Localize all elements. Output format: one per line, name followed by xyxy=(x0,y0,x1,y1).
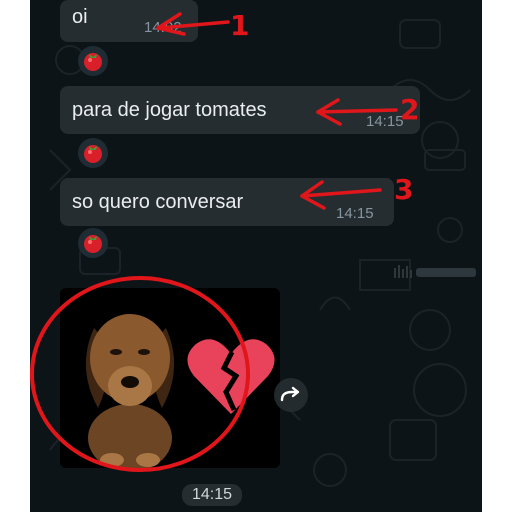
message-bubble[interactable]: so quero conversar 14:15 xyxy=(60,178,394,226)
reaction-tomato[interactable] xyxy=(78,138,108,168)
message-time: 14:15 xyxy=(366,113,404,130)
media-time: 14:15 xyxy=(182,484,243,506)
broken-heart-icon xyxy=(187,339,275,414)
forward-button[interactable] xyxy=(274,378,308,412)
message-bubble[interactable]: oi 14:02 xyxy=(60,0,198,42)
tomato-icon xyxy=(84,145,102,163)
reaction-tomato[interactable] xyxy=(78,228,108,258)
message-text: so quero conversar xyxy=(72,191,244,213)
message-text: para de jogar tomates xyxy=(72,99,267,121)
chat-pane[interactable]: oi 14:02 para de jogar tomates 14:15 so … xyxy=(30,0,482,512)
annotation-number: 3 xyxy=(394,173,414,206)
message-text: oi xyxy=(72,6,88,28)
message-time: 14:02 xyxy=(144,19,182,36)
forward-icon xyxy=(280,386,300,402)
message-time: 14:15 xyxy=(336,205,374,222)
tomato-icon xyxy=(84,53,102,71)
reaction-tomato[interactable] xyxy=(78,46,108,76)
watermark-icon xyxy=(394,265,476,278)
sticker-message[interactable] xyxy=(60,288,280,468)
annotation-number: 1 xyxy=(230,9,250,42)
tomato-icon xyxy=(84,235,102,253)
message-bubble[interactable]: para de jogar tomates 14:15 xyxy=(60,86,420,134)
annotation-number: 2 xyxy=(400,93,420,126)
screenshot: oi 14:02 para de jogar tomates 14:15 so … xyxy=(0,0,512,512)
